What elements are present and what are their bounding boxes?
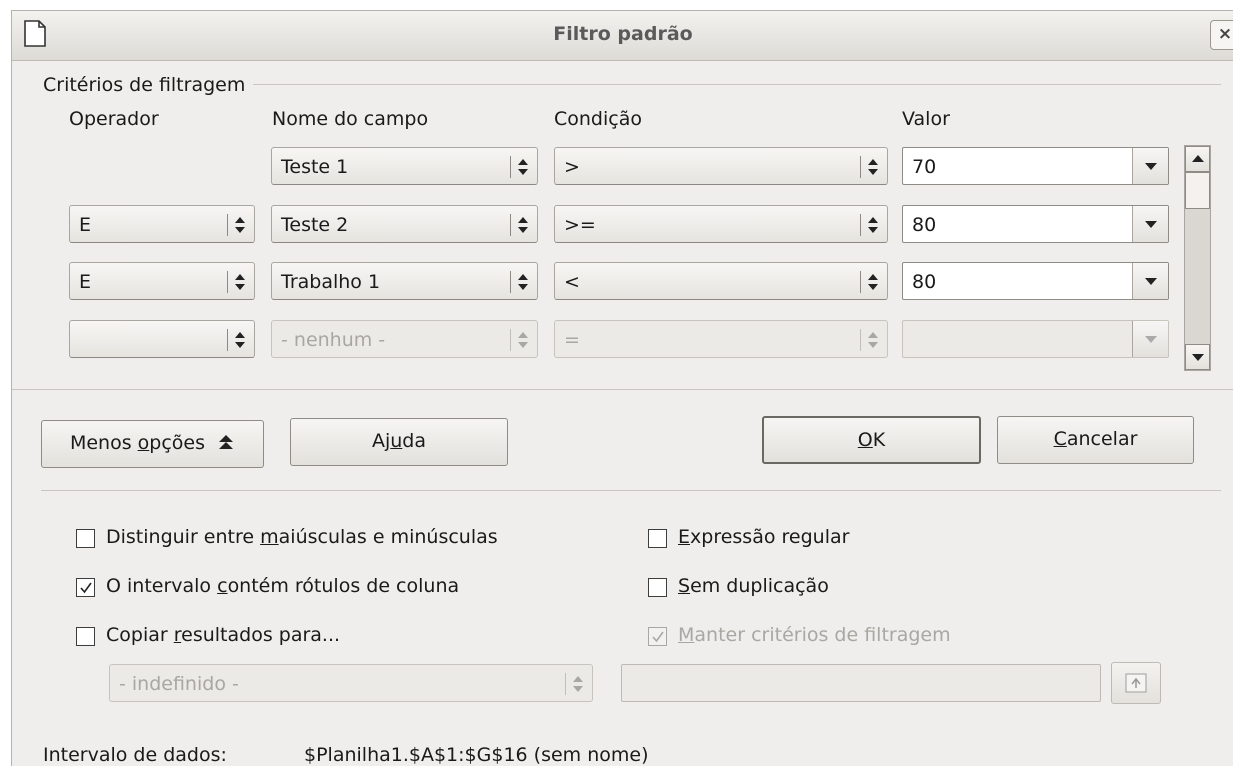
value-combo-4[interactable]	[902, 320, 1169, 358]
copy-target-input[interactable]	[621, 664, 1101, 702]
value-combo-3[interactable]: 80	[902, 262, 1169, 300]
condition-select-1[interactable]: >	[554, 147, 888, 185]
close-button[interactable]: ×	[1210, 20, 1233, 50]
dropdown-button[interactable]	[1132, 263, 1168, 299]
divider	[41, 490, 1221, 491]
condition-select-4[interactable]: =	[554, 320, 888, 358]
cancel-button[interactable]: Cancelar	[997, 416, 1194, 464]
ok-button[interactable]: OK	[762, 416, 981, 464]
header-operator: Operador	[69, 108, 159, 130]
close-icon: ×	[1217, 24, 1233, 44]
operator-select-4[interactable]	[69, 320, 255, 358]
spin-arrows-icon	[868, 217, 878, 233]
operator-select-3[interactable]: E	[69, 262, 255, 300]
spin-arrows-icon	[868, 159, 878, 175]
fewer-options-button[interactable]: Menos opções	[41, 420, 264, 468]
header-condition: Condição	[554, 108, 642, 130]
spin-arrows-icon	[518, 217, 528, 233]
field-select-2[interactable]: Teste 2	[271, 205, 538, 243]
spin-arrows-icon	[518, 159, 528, 175]
spin-arrows-icon	[235, 274, 245, 290]
dropdown-button[interactable]	[1132, 206, 1168, 242]
criteria-scrollbar[interactable]	[1184, 145, 1211, 371]
header-field-name: Nome do campo	[272, 108, 429, 130]
data-range-label: Intervalo de dados:	[43, 744, 227, 766]
divider	[12, 389, 1233, 390]
checkmark-icon	[652, 631, 664, 643]
chevron-down-icon	[1145, 278, 1157, 285]
shrink-icon	[1125, 673, 1147, 693]
header-value: Valor	[902, 108, 950, 130]
operator-select-2[interactable]: E	[69, 205, 255, 243]
spin-arrows-icon	[518, 274, 528, 290]
value-combo-2[interactable]: 80	[902, 205, 1169, 243]
condition-select-2[interactable]: >=	[554, 205, 888, 243]
field-select-3[interactable]: Trabalho 1	[271, 262, 538, 300]
dropdown-button[interactable]	[1132, 321, 1168, 357]
chevron-down-icon	[1145, 221, 1157, 228]
dialog-title: Filtro padrão	[553, 23, 693, 45]
title-bar[interactable]: Filtro padrão ×	[12, 11, 1233, 61]
field-select-1[interactable]: Teste 1	[271, 147, 538, 185]
arrow-down-icon	[1192, 354, 1204, 361]
shrink-dialog-button[interactable]	[1111, 662, 1161, 704]
dropdown-button[interactable]	[1132, 148, 1168, 184]
scroll-down-button[interactable]	[1185, 344, 1210, 370]
spin-arrows-icon	[573, 676, 583, 692]
spin-arrows-icon	[518, 332, 528, 348]
chevron-down-icon	[1145, 163, 1157, 170]
value-combo-1[interactable]: 70	[902, 147, 1169, 185]
spin-arrows-icon	[868, 274, 878, 290]
scroll-thumb[interactable]	[1185, 172, 1210, 209]
spin-arrows-icon	[868, 332, 878, 348]
copy-target-select[interactable]: - indefinido -	[109, 664, 593, 702]
arrow-up-icon	[1192, 155, 1204, 162]
help-button[interactable]: Ajuda	[290, 418, 508, 466]
spin-arrows-icon	[235, 332, 245, 348]
filter-dialog: Filtro padrão × Critérios de filtragem O…	[11, 10, 1233, 766]
spin-arrows-icon	[235, 217, 245, 233]
collapse-up-icon	[219, 435, 234, 449]
scroll-up-button[interactable]	[1185, 146, 1210, 172]
field-select-4[interactable]: - nenhum -	[271, 320, 538, 358]
checkmark-icon	[80, 582, 92, 594]
condition-select-3[interactable]: <	[554, 262, 888, 300]
data-range-value: $Planilha1.$A$1:$G$16 (sem nome)	[304, 744, 649, 766]
chevron-down-icon	[1145, 336, 1157, 343]
criteria-section-label: Critérios de filtragem	[43, 74, 254, 96]
